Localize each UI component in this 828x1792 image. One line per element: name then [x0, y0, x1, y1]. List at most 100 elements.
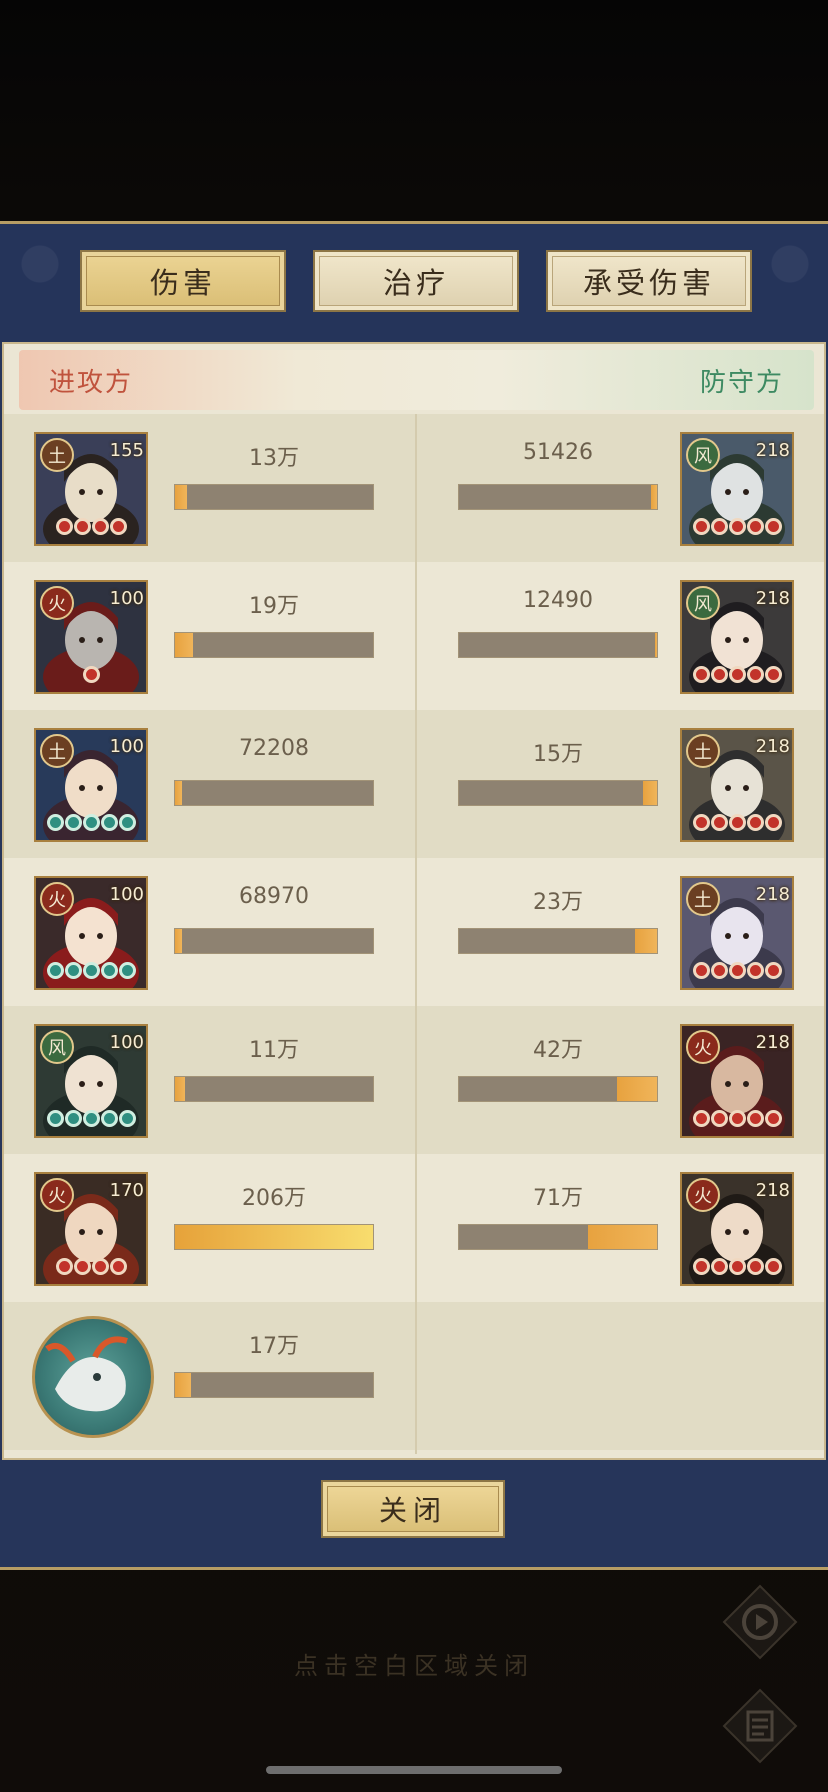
star-icon — [692, 814, 710, 831]
defender-hero-card[interactable]: 风 218 — [680, 580, 794, 694]
star-icon — [73, 518, 91, 535]
damage-value: 17万 — [249, 1334, 299, 1359]
star-row — [36, 518, 146, 542]
damage-value: 13万 — [249, 446, 299, 471]
hero-level: 170 — [109, 1180, 144, 1201]
star-icon — [100, 814, 118, 831]
star-icon — [710, 518, 728, 535]
damage-bar — [174, 484, 374, 510]
star-icon — [82, 666, 100, 683]
star-icon — [728, 1258, 746, 1275]
star-icon — [764, 1110, 782, 1127]
defender-damage-stat: 71万 — [458, 1180, 658, 1260]
element-badge: 土 — [40, 438, 74, 472]
attacker-hero-card[interactable]: 风 100 — [34, 1024, 148, 1138]
hero-level: 218 — [755, 884, 790, 905]
damage-value: 51426 — [523, 440, 593, 465]
hero-row: 火 100 19万 12490 风 218 — [4, 562, 824, 710]
damage-value: 23万 — [533, 890, 583, 915]
damage-bar — [458, 632, 658, 658]
attacker-damage-stat: 13万 — [174, 440, 374, 520]
close-button[interactable]: 关闭 — [321, 1480, 505, 1538]
star-icon — [82, 1110, 100, 1127]
tab-damage-taken[interactable]: 承受伤害 — [546, 250, 752, 312]
star-icon — [764, 518, 782, 535]
defender-hero-card[interactable]: 火 218 — [680, 1024, 794, 1138]
element-badge: 风 — [40, 1030, 74, 1064]
star-icon — [91, 1258, 109, 1275]
replay-icon[interactable] — [720, 1582, 800, 1662]
damage-value: 19万 — [249, 594, 299, 619]
star-icon — [64, 1110, 82, 1127]
attacker-damage-stat: 19万 — [174, 588, 374, 668]
damage-value: 72208 — [239, 736, 309, 761]
defender-hero-card[interactable]: 火 218 — [680, 1172, 794, 1286]
side-divider — [415, 414, 417, 1454]
damage-bar-fill — [587, 1225, 657, 1249]
hero-row: 火 100 68970 23万 土 218 — [4, 858, 824, 1006]
damage-bar — [174, 1372, 374, 1398]
hero-level: 100 — [109, 1032, 144, 1053]
tab-healing[interactable]: 治疗 — [313, 250, 519, 312]
attacker-label: 进攻方 — [49, 368, 134, 398]
damage-value: 11万 — [249, 1038, 299, 1063]
star-icon — [692, 518, 710, 535]
hero-row: 火 170 206万 71万 火 218 — [4, 1154, 824, 1302]
star-icon — [118, 962, 136, 979]
star-icon — [746, 962, 764, 979]
tap-to-close-hint: 点击空白区域关闭 — [294, 1652, 534, 1680]
star-icon — [746, 814, 764, 831]
attacker-damage-stat: 68970 — [174, 884, 374, 964]
battle-log-icon[interactable] — [720, 1686, 800, 1766]
star-icon — [55, 1258, 73, 1275]
defender-damage-stat: 51426 — [458, 440, 658, 520]
star-row — [36, 962, 146, 986]
damage-bar-fill — [175, 781, 182, 805]
star-icon — [692, 1258, 710, 1275]
damage-bar-fill — [175, 1225, 373, 1249]
star-icon — [710, 814, 728, 831]
hero-row: 风 100 11万 42万 火 218 — [4, 1006, 824, 1154]
damage-bar-fill — [635, 929, 657, 953]
damage-bar — [174, 1224, 374, 1250]
damage-bar-fill — [655, 633, 657, 657]
star-row — [682, 518, 792, 542]
tab-damage[interactable]: 伤害 — [80, 250, 286, 312]
damage-bar-fill — [175, 929, 182, 953]
attacker-hero-card[interactable]: 火 100 — [34, 580, 148, 694]
defender-hero-card[interactable]: 土 218 — [680, 728, 794, 842]
pet-avatar[interactable] — [32, 1316, 154, 1438]
defender-hero-card[interactable]: 风 218 — [680, 432, 794, 546]
element-badge: 火 — [40, 882, 74, 916]
damage-value: 15万 — [533, 742, 583, 767]
attacker-damage-stat: 206万 — [174, 1180, 374, 1260]
star-row — [682, 814, 792, 838]
star-row — [36, 814, 146, 838]
star-icon — [46, 814, 64, 831]
hero-level: 218 — [755, 440, 790, 461]
star-icon — [100, 1110, 118, 1127]
element-badge: 土 — [40, 734, 74, 768]
element-badge: 火 — [686, 1178, 720, 1212]
star-icon — [46, 1110, 64, 1127]
damage-bar-fill — [175, 1373, 191, 1397]
star-icon — [728, 962, 746, 979]
attacker-hero-card[interactable]: 土 155 — [34, 432, 148, 546]
attacker-hero-card[interactable]: 火 100 — [34, 876, 148, 990]
star-icon — [710, 1258, 728, 1275]
attacker-hero-card[interactable]: 土 100 — [34, 728, 148, 842]
element-badge: 土 — [686, 734, 720, 768]
star-row — [682, 1110, 792, 1134]
star-icon — [764, 962, 782, 979]
attacker-hero-card[interactable]: 火 170 — [34, 1172, 148, 1286]
damage-value: 68970 — [239, 884, 309, 909]
damage-bar — [458, 484, 658, 510]
element-badge: 土 — [686, 882, 720, 916]
hero-level: 100 — [109, 588, 144, 609]
damage-value: 206万 — [242, 1186, 306, 1211]
star-icon — [73, 1258, 91, 1275]
defender-hero-card[interactable]: 土 218 — [680, 876, 794, 990]
hero-level: 218 — [755, 1180, 790, 1201]
hero-level: 100 — [109, 884, 144, 905]
stats-tabs: 伤害 治疗 承受伤害 — [80, 250, 752, 314]
